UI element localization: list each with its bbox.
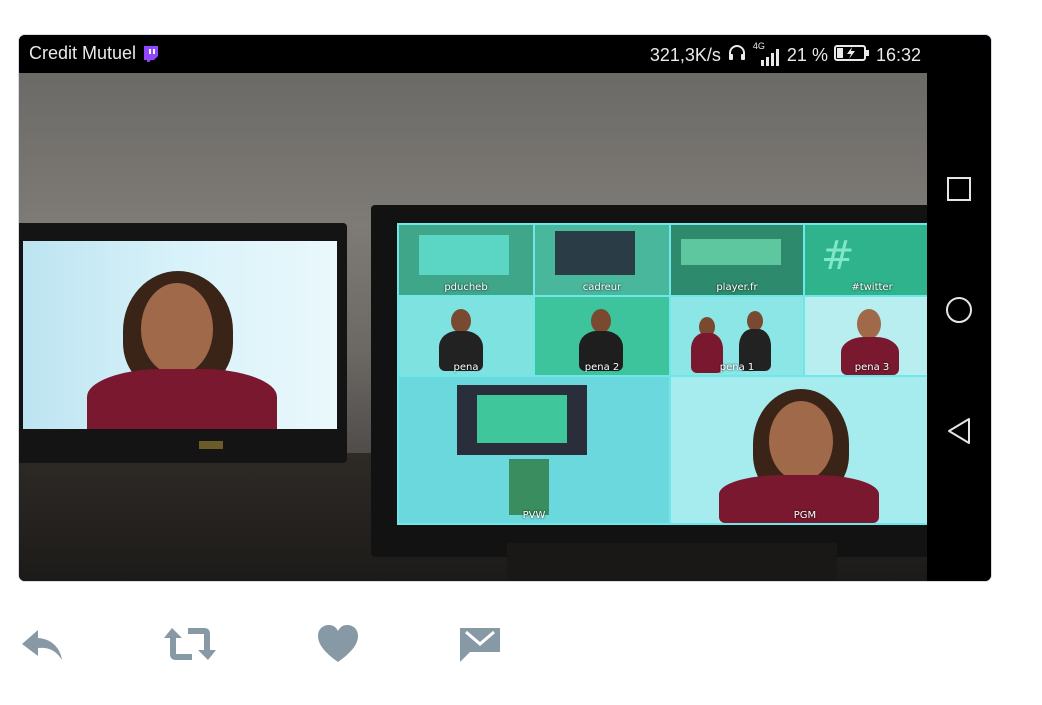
status-bar: Credit Mutuel 321,3K/s 4G 21 % 16:32	[19, 35, 929, 73]
battery-charging-icon	[833, 44, 870, 67]
clock-label: 16:32	[875, 45, 921, 65]
retweet-button[interactable]	[162, 620, 218, 668]
tile-label: pena 3	[854, 362, 890, 373]
person-head	[857, 309, 881, 339]
multiview-tile: pducheb	[399, 225, 533, 295]
right-monitor-screen: pducheb cadreur player.fr # #twitter pen…	[397, 223, 929, 525]
headphones-icon	[727, 43, 747, 68]
tile-label: pducheb	[444, 282, 488, 293]
tweet-actions	[18, 620, 578, 670]
tile-image	[419, 235, 509, 275]
back-button[interactable]	[941, 413, 977, 449]
hashtag-glyph: #	[821, 233, 855, 279]
photo-viewport: pducheb cadreur player.fr # #twitter pen…	[19, 73, 929, 581]
tile-image	[477, 395, 567, 443]
presenter-face	[769, 401, 833, 481]
left-monitor-screen	[23, 241, 337, 429]
envelope-icon	[460, 628, 500, 662]
multiview-tile: pena 1	[671, 297, 803, 375]
tile-label: PVW	[522, 510, 546, 521]
multiview-tile: # #twitter	[805, 225, 929, 295]
left-monitor	[19, 223, 347, 463]
status-bar-right: 321,3K/s 4G 21 % 16:32	[649, 41, 921, 68]
status-bar-left: Credit Mutuel	[29, 43, 160, 64]
twitch-icon	[142, 45, 160, 63]
multiview-tile: pena 3	[805, 297, 929, 375]
tile-image	[555, 231, 635, 275]
signal-icon	[759, 48, 781, 71]
tile-label: player.fr	[716, 282, 758, 293]
tile-label: cadreur	[582, 282, 622, 293]
presenter-face	[141, 283, 213, 375]
circle-icon	[946, 297, 972, 323]
tile-label: pena 2	[584, 362, 620, 373]
heart-icon	[318, 625, 358, 662]
tile-label: #twitter	[851, 282, 893, 293]
multiview-tile: pena	[399, 297, 533, 375]
person-head	[451, 309, 471, 333]
reply-icon	[22, 630, 62, 660]
net-speed-label: 321,3K/s	[649, 45, 721, 65]
home-button[interactable]	[941, 292, 977, 328]
tile-label: pena 1	[719, 362, 755, 373]
multiview-tile: pena 2	[535, 297, 669, 375]
tweet-media-card[interactable]: Credit Mutuel 321,3K/s 4G 21 % 16:32 pdu…	[18, 34, 992, 582]
tile-label: pena	[453, 362, 479, 373]
monitor-stand	[507, 543, 837, 581]
multiview-tile: cadreur	[535, 225, 669, 295]
reply-button[interactable]	[18, 620, 66, 668]
presenter-body	[87, 369, 277, 429]
like-button[interactable]	[314, 620, 362, 668]
app-name-label: Credit Mutuel	[29, 43, 137, 63]
multiview-program-tile: PGM	[671, 377, 929, 523]
network-signal: 4G	[753, 41, 781, 66]
retweet-icon	[164, 628, 216, 660]
person-head	[591, 309, 611, 333]
left-monitor-led	[199, 441, 223, 449]
triangle-back-icon	[948, 418, 970, 444]
multiview-tile: player.fr	[671, 225, 803, 295]
android-nav-bar	[927, 35, 991, 581]
right-monitor: pducheb cadreur player.fr # #twitter pen…	[371, 205, 929, 557]
multiview-preview-tile: PVW	[399, 377, 669, 523]
battery-percent-label: 21 %	[786, 45, 828, 65]
tile-image	[509, 459, 549, 515]
person-head	[747, 311, 763, 331]
recent-apps-button[interactable]	[941, 171, 977, 207]
tile-image	[681, 239, 781, 265]
square-icon	[947, 177, 971, 201]
tile-label: PGM	[793, 510, 817, 521]
direct-message-button[interactable]	[456, 620, 504, 668]
